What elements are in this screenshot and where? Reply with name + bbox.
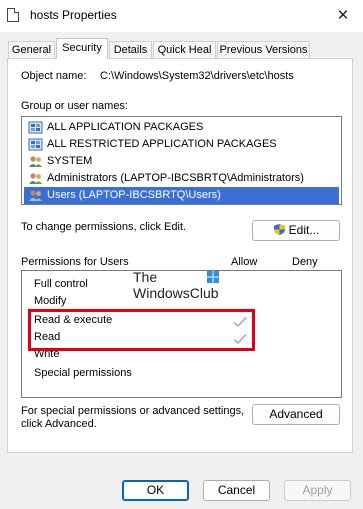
object-name-value: C:\Windows\System32\drivers\etc\hosts (100, 70, 294, 82)
advanced-info-text-line2: click Advanced. (21, 418, 97, 430)
advanced-info-text-line1: For special permissions or advanced sett… (21, 405, 245, 417)
list-item-all-restricted-application-packages[interactable]: ALL RESTRICTED APPLICATION PACKAGES (24, 136, 339, 153)
windows-logo-icon (207, 271, 220, 284)
change-permissions-text: To change permissions, click Edit. (21, 221, 187, 233)
list-item-label: Administrators (LAPTOP-IBCSBRTQ\Administ… (47, 172, 304, 184)
ok-button[interactable]: OK (122, 480, 189, 501)
object-name-label: Object name: (21, 70, 87, 82)
edit-button-label: Edit... (288, 223, 320, 237)
group-user-list[interactable]: ALL APPLICATION PACKAGES ALL RESTRICTED … (21, 116, 342, 205)
watermark-line1: The (133, 269, 158, 285)
uac-shield-icon (273, 223, 285, 236)
cancel-button[interactable]: Cancel (203, 480, 270, 501)
users-icon (29, 156, 42, 167)
highlight-annotation-box (28, 309, 255, 351)
package-icon (28, 121, 43, 134)
deny-header: Deny (292, 256, 318, 268)
list-item-all-application-packages[interactable]: ALL APPLICATION PACKAGES (24, 119, 339, 136)
watermark-line2: WindowsClub (133, 285, 219, 301)
list-item-label: Users (LAPTOP-IBCSBRTQ\Users) (47, 189, 221, 201)
groups-label: Group or user names: (21, 100, 128, 112)
list-item-label: ALL RESTRICTED APPLICATION PACKAGES (47, 138, 277, 150)
users-icon (29, 190, 42, 201)
list-item-label: SYSTEM (47, 155, 93, 167)
list-item-label: ALL APPLICATION PACKAGES (47, 121, 204, 133)
list-item-system[interactable]: SYSTEM (24, 153, 339, 170)
perm-modify: Modify (34, 295, 67, 307)
advanced-button[interactable]: Advanced (252, 404, 340, 425)
users-icon (29, 173, 42, 184)
permissions-title: Permissions for Users (21, 256, 129, 268)
list-item-administrators[interactable]: Administrators (LAPTOP-IBCSBRTQ\Administ… (24, 170, 339, 187)
perm-special-permissions: Special permissions (34, 367, 132, 379)
perm-full-control: Full control (34, 278, 88, 290)
edit-button[interactable]: Edit... (252, 220, 340, 241)
package-icon (28, 138, 43, 151)
allow-header: Allow (231, 256, 258, 268)
list-item-users[interactable]: Users (LAPTOP-IBCSBRTQ\Users) (24, 187, 339, 204)
apply-button[interactable]: Apply (284, 480, 351, 501)
